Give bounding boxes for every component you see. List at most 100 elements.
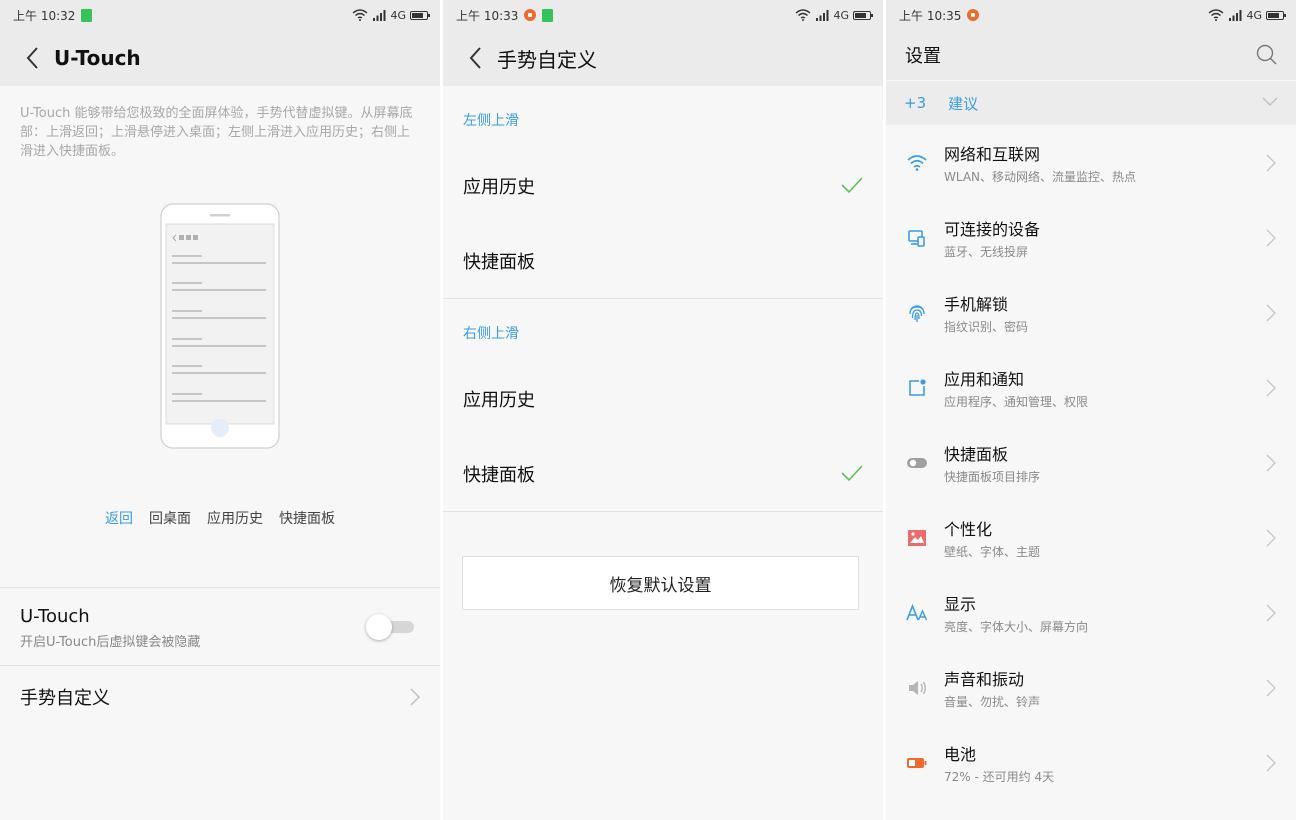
- settings-item-subtitle: 蓝牙、无线投屏: [944, 244, 1029, 259]
- wallpaper-icon: [906, 527, 928, 549]
- settings-list: 网络和互联网 WLAN、移动网络、流量监控、热点 可连接的设备 蓝牙、无线投屏 …: [886, 125, 1296, 800]
- status-time: 上午 10:35: [899, 8, 962, 23]
- apps-notification-icon: [906, 377, 928, 399]
- settings-item-subtitle: 应用程序、通知管理、权限: [944, 394, 1089, 409]
- search-icon[interactable]: [1256, 44, 1278, 66]
- chevron-down-icon: [1262, 97, 1278, 106]
- battery-status-icon: [1266, 10, 1286, 20]
- chevron-right-icon: [1266, 679, 1276, 697]
- app-notification-icon: [967, 9, 980, 21]
- chevron-right-icon: [1266, 529, 1276, 547]
- chevron-right-icon: [1266, 754, 1276, 772]
- utouch-description: U-Touch 能够带给您极致的全面屏体验，手势代替虚拟键。从屏幕底部：上滑返回…: [20, 106, 413, 159]
- back-button[interactable]: [20, 44, 44, 72]
- back-button[interactable]: [463, 44, 487, 72]
- back-arrow-icon: [469, 47, 481, 69]
- custom-gesture-row[interactable]: 手势自定义: [0, 666, 440, 728]
- toggle-icon: [906, 452, 928, 474]
- utouch-sublabel: 开启U-Touch后虚拟键会被隐藏: [20, 635, 201, 650]
- settings-item-title: 显示: [944, 594, 977, 614]
- restore-defaults-button[interactable]: 恢复默认设置: [462, 556, 859, 610]
- chevron-right-icon: [1266, 154, 1276, 172]
- app-bar: 设置: [886, 30, 1296, 80]
- cell-signal-icon: [1229, 10, 1242, 21]
- option-left-quick-panel[interactable]: 快捷面板: [443, 223, 883, 298]
- checkmark-icon: [841, 177, 863, 194]
- divider: [443, 511, 883, 512]
- option-left-recent-apps[interactable]: 应用历史: [443, 148, 883, 223]
- settings-item-title: 声音和振动: [944, 669, 1025, 689]
- option-label: 应用历史: [463, 389, 535, 411]
- settings-item-apps[interactable]: 应用和通知 应用程序、通知管理、权限: [886, 350, 1296, 425]
- devices-icon: [906, 227, 928, 249]
- settings-item-title: 应用和通知: [944, 369, 1025, 389]
- settings-item-title: 个性化: [944, 519, 993, 539]
- status-time: 上午 10:32: [13, 8, 76, 23]
- section-header-left: 左侧上滑: [463, 113, 519, 129]
- chevron-right-icon: [1266, 379, 1276, 397]
- chevron-right-icon: [410, 688, 420, 706]
- settings-item-unlock[interactable]: 手机解锁 指纹识别、密码: [886, 275, 1296, 350]
- network-type: 4G: [1246, 8, 1262, 22]
- app-bar: U-Touch: [0, 30, 440, 86]
- cell-signal-icon: [373, 10, 386, 21]
- utouch-screen: 上午 10:32 4G U-Touch U-Touch 能够带给您极致的全面屏体…: [0, 0, 440, 820]
- option-label: 应用历史: [463, 176, 535, 198]
- notification-icon: [81, 8, 93, 22]
- tab-back[interactable]: 返回: [105, 508, 133, 528]
- battery-status-icon: [410, 10, 430, 20]
- battery-status-icon: [853, 10, 873, 20]
- section-header-right: 右侧上滑: [463, 326, 519, 342]
- settings-item-battery[interactable]: 电池 72% - 还可用约 4天: [886, 725, 1296, 800]
- phone-illustration: [160, 203, 280, 449]
- settings-item-devices[interactable]: 可连接的设备 蓝牙、无线投屏: [886, 200, 1296, 275]
- cell-signal-icon: [816, 10, 829, 21]
- settings-item-subtitle: 亮度、字体大小、屏幕方向: [944, 619, 1089, 634]
- speaker-icon: [906, 677, 928, 699]
- custom-gesture-screen: 上午 10:33 4G 手势自定义 左侧上滑 应用历史 快捷面板 右侧上滑 应用…: [443, 0, 883, 820]
- settings-item-title: 快捷面板: [944, 444, 1009, 464]
- option-right-quick-panel[interactable]: 快捷面板: [443, 436, 883, 511]
- chevron-right-icon: [1266, 304, 1276, 322]
- suggestions-row[interactable]: +3 建议: [886, 81, 1296, 125]
- option-label: 快捷面板: [463, 251, 535, 273]
- custom-gesture-label: 手势自定义: [20, 688, 110, 709]
- page-title: 手势自定义: [497, 47, 597, 72]
- tab-home[interactable]: 回桌面: [149, 508, 191, 528]
- settings-item-subtitle: 指纹识别、密码: [944, 319, 1029, 334]
- page-title: 设置: [905, 46, 941, 67]
- tab-recent-apps[interactable]: 应用历史: [207, 508, 263, 528]
- battery-icon: [906, 752, 928, 774]
- settings-item-quick-panel[interactable]: 快捷面板 快捷面板项目排序: [886, 425, 1296, 500]
- notification-icon: [542, 8, 554, 22]
- font-size-icon: [906, 602, 928, 624]
- utouch-switch[interactable]: [366, 614, 414, 640]
- fingerprint-icon: [906, 302, 928, 324]
- settings-item-title: 电池: [944, 744, 977, 764]
- settings-item-subtitle: 音量、勿扰、铃声: [944, 694, 1041, 709]
- settings-item-display[interactable]: 显示 亮度、字体大小、屏幕方向: [886, 575, 1296, 650]
- utouch-toggle-row[interactable]: U-Touch 开启U-Touch后虚拟键会被隐藏: [0, 588, 440, 665]
- wifi-signal-icon: [796, 9, 811, 21]
- settings-item-title: 可连接的设备: [944, 219, 1041, 239]
- app-notification-icon: [524, 9, 537, 21]
- tab-quick-panel[interactable]: 快捷面板: [279, 508, 335, 528]
- wifi-signal-icon: [353, 9, 368, 21]
- chevron-right-icon: [1266, 229, 1276, 247]
- settings-item-title: 网络和互联网: [944, 144, 1041, 164]
- settings-item-title: 手机解锁: [944, 294, 1009, 314]
- suggestion-label: 建议: [948, 94, 979, 113]
- option-right-recent-apps[interactable]: 应用历史: [443, 361, 883, 436]
- back-arrow-icon: [26, 47, 38, 69]
- settings-screen: 上午 10:35 4G 设置 +3 建议 网络和互联网 WLAN、移动网络、流量…: [886, 0, 1296, 820]
- suggestion-count: +3: [904, 94, 927, 112]
- status-time: 上午 10:33: [456, 8, 519, 23]
- settings-item-network[interactable]: 网络和互联网 WLAN、移动网络、流量监控、热点: [886, 125, 1296, 200]
- network-type: 4G: [390, 8, 406, 22]
- page-title: U-Touch: [54, 46, 141, 70]
- gesture-preview-tabs: 返回 回桌面 应用历史 快捷面板: [0, 508, 440, 528]
- settings-item-personalization[interactable]: 个性化 壁纸、字体、主题: [886, 500, 1296, 575]
- settings-item-subtitle: WLAN、移动网络、流量监控、热点: [944, 169, 1137, 184]
- settings-item-sound[interactable]: 声音和振动 音量、勿扰、铃声: [886, 650, 1296, 725]
- status-bar: 上午 10:33 4G: [443, 0, 883, 30]
